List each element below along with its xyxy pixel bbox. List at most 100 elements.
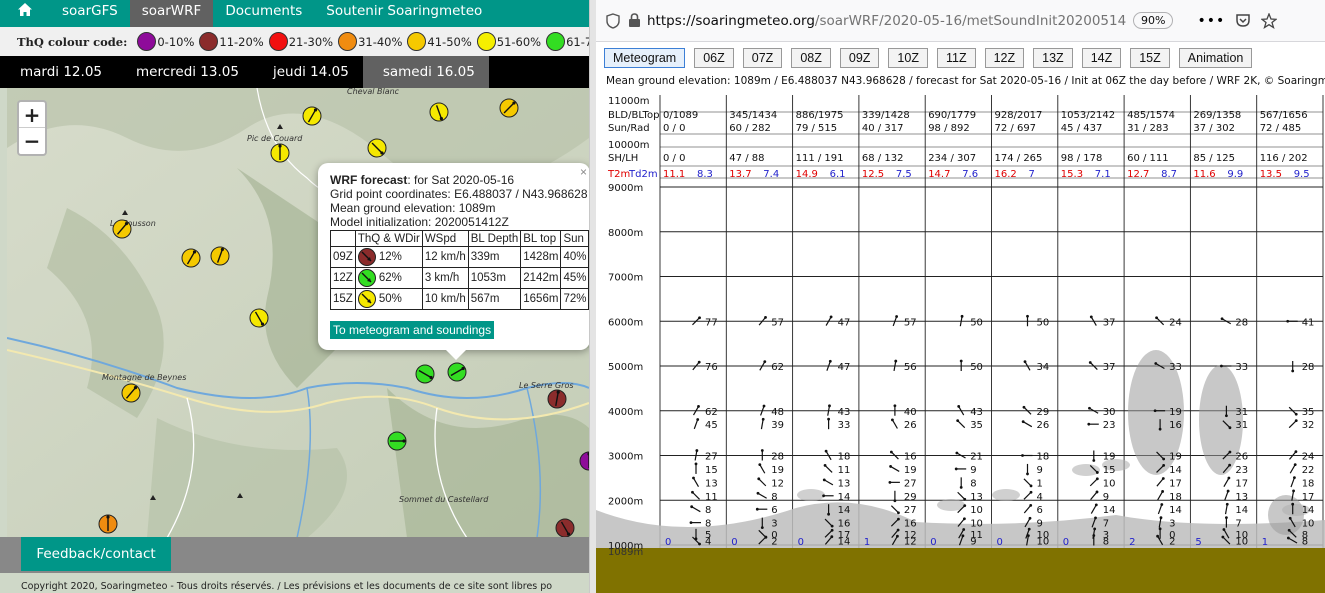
wind-arrow-icon xyxy=(693,419,699,430)
thermal-marker-icon[interactable] xyxy=(270,143,290,163)
wind-speed-label: 10 xyxy=(1235,537,1248,548)
thermal-marker-icon[interactable] xyxy=(181,248,201,268)
sounding-time-button[interactable]: 07Z xyxy=(742,48,783,68)
bld-row-label: BLD/BLTop xyxy=(608,110,659,121)
thermal-marker-icon[interactable] xyxy=(210,246,230,266)
thermal-marker-icon[interactable] xyxy=(302,106,322,126)
wind-barb: 19 xyxy=(758,463,784,476)
nav-documents[interactable]: Documents xyxy=(213,0,314,27)
wind-speed-label: 37 xyxy=(1103,362,1116,373)
day-tab-mardi[interactable]: mardi 12.05 xyxy=(0,56,116,88)
thq-legend-label: 51-60% xyxy=(496,34,542,49)
url-text[interactable]: https://soaringmeteo.org/soarWRF/2020-05… xyxy=(647,13,1127,29)
thermal-marker-icon[interactable] xyxy=(112,219,132,239)
day-tab-jeudi[interactable]: jeudi 14.05 xyxy=(253,56,363,88)
wind-arrow-icon xyxy=(1022,421,1033,428)
wind-barb: 30 xyxy=(1088,407,1116,418)
thermal-marker-icon[interactable] xyxy=(367,138,387,158)
wind-arrow-icon xyxy=(1089,478,1098,487)
sh-lh-value: 68 / 132 xyxy=(862,153,904,164)
thermal-marker-icon[interactable] xyxy=(415,364,435,384)
thermal-marker-icon[interactable] xyxy=(429,102,449,122)
ground-value: 1 xyxy=(1262,537,1268,548)
wind-speed-label: 4 xyxy=(1037,492,1043,503)
lock-icon[interactable] xyxy=(628,13,641,28)
day-tab-samedi[interactable]: samedi 16.05 xyxy=(362,56,489,88)
nav-soargfs[interactable]: soarGFS xyxy=(50,0,130,27)
thermal-marker-icon[interactable] xyxy=(249,308,269,328)
nav-soarwrf[interactable]: soarWRF xyxy=(129,0,214,27)
pane-divider[interactable] xyxy=(589,0,596,593)
wind-speed-label: 35 xyxy=(970,420,983,431)
thermal-marker-icon[interactable] xyxy=(447,362,467,382)
popup-grid-coords: Grid point coordinates: E6.488037 / N43.… xyxy=(330,187,588,201)
thq-colour-swatch xyxy=(546,32,566,51)
popup-header-thq: ThQ & WDir xyxy=(354,230,423,247)
thermal-marker-icon[interactable] xyxy=(499,98,519,118)
sounding-time-button[interactable]: 15Z xyxy=(1130,48,1170,68)
wind-speed-label: 18 xyxy=(1169,492,1182,503)
bl-depth-top-value: 886/1975 xyxy=(796,110,844,121)
thq-legend-label: 0-10% xyxy=(157,34,195,49)
sounding-time-button[interactable]: 10Z xyxy=(888,48,928,68)
shield-icon[interactable] xyxy=(606,12,620,29)
wind-speed-label: 56 xyxy=(904,362,917,373)
thq-legend-label: 21-30% xyxy=(288,34,334,49)
sounding-time-button[interactable]: 08Z xyxy=(791,48,831,68)
feedback-button[interactable]: Feedback/contact xyxy=(21,537,171,571)
wind-speed-label: 10 xyxy=(970,505,983,516)
more-actions-icon[interactable]: ••• xyxy=(1197,13,1225,29)
thermal-marker-icon[interactable] xyxy=(98,514,118,534)
wind-speed-label: 8 xyxy=(970,478,976,489)
zoom-in-button[interactable]: + xyxy=(19,102,45,128)
bookmark-star-icon[interactable] xyxy=(1261,12,1278,29)
sounding-time-button[interactable]: 12Z xyxy=(984,48,1025,68)
meteogram-soundings-button[interactable]: To meteogram and soundings xyxy=(330,321,495,339)
td2m-value: 7.4 xyxy=(763,169,779,180)
sounding-time-button[interactable]: 09Z xyxy=(839,48,880,68)
wind-barb: 18 xyxy=(1021,452,1049,463)
wind-arrow-icon xyxy=(890,465,900,472)
wind-barb: 6 xyxy=(1023,503,1043,516)
sounding-time-button[interactable]: 11Z xyxy=(936,48,976,68)
thermal-marker-icon[interactable] xyxy=(121,383,141,403)
url-path: /soarWRF/2020-05-16/metSoundInit20200514… xyxy=(814,12,1127,29)
wind-speed-label: 33 xyxy=(838,420,851,431)
thermal-marker-icon[interactable] xyxy=(547,389,567,409)
td2m-value: 7.5 xyxy=(896,169,912,180)
pocket-icon[interactable] xyxy=(1235,13,1251,28)
sounding-time-button[interactable]: 06Z xyxy=(694,48,734,68)
thq-legend-item: 51-60% xyxy=(476,32,542,51)
ground-value: 2 xyxy=(1129,537,1135,548)
sounding-time-button[interactable]: 14Z xyxy=(1081,48,1122,68)
home-button[interactable] xyxy=(0,0,50,27)
animation-button[interactable]: Animation xyxy=(1178,48,1253,68)
td2m-value: 7 xyxy=(1029,169,1035,180)
nav-soutenir[interactable]: Soutenir Soaringmeteo xyxy=(314,0,494,27)
sounding-time-button[interactable]: 13Z xyxy=(1033,48,1073,68)
thermal-marker-icon[interactable] xyxy=(387,431,407,451)
meteogram-button[interactable]: Meteogram xyxy=(604,48,686,68)
td2m-value: 8.3 xyxy=(697,169,713,180)
place-label-pic-de-couard: Pic de Couard xyxy=(247,134,303,143)
popup-close-icon[interactable]: × xyxy=(580,165,587,179)
wind-arrow-icon xyxy=(959,316,963,327)
wind-arrow-icon xyxy=(890,505,899,514)
wind-speed-label: 9 xyxy=(1037,519,1043,530)
thq-colour-legend: ThQ colour code: 0-10% 11-20% 21-30% 31-40%… xyxy=(0,27,589,56)
zoom-out-button[interactable]: − xyxy=(19,128,45,154)
wind-barb: 57 xyxy=(758,316,784,328)
thermal-marker-icon[interactable] xyxy=(555,518,575,538)
thq-legend-item: 31-40% xyxy=(338,32,402,51)
wind-speed-label: 50 xyxy=(1037,317,1050,328)
day-tab-mercredi[interactable]: mercredi 13.05 xyxy=(116,56,253,88)
wind-speed-label: 27 xyxy=(904,478,917,489)
popup-cell-depth: 339m xyxy=(467,246,522,268)
thq-colour-swatch xyxy=(199,32,219,51)
wind-speed-label: 14 xyxy=(838,537,851,548)
wind-speed-label: 17 xyxy=(1302,492,1315,503)
url-host: https://soaringmeteo.org xyxy=(647,12,815,29)
altitude-label: 3000m xyxy=(608,452,643,463)
zoom-level-badge[interactable]: 90% xyxy=(1133,12,1174,29)
popup-header-wspd: WSpd xyxy=(421,230,469,247)
